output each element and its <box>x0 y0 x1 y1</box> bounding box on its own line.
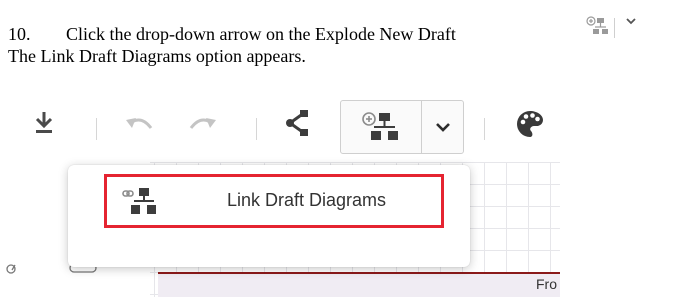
explode-dropdown-menu: Link Draft Diagrams <box>68 165 470 267</box>
step-text: Click the drop-down arrow on the Explode… <box>66 24 456 44</box>
step-number: 10. <box>8 24 31 44</box>
chevron-down-icon[interactable] <box>434 119 452 140</box>
link-draft-diagram-icon <box>121 187 159 222</box>
diagram-node-text: Fro <box>536 276 557 292</box>
divider <box>96 118 97 140</box>
instruction-result: The Link Draft Diagrams option appears. <box>8 46 306 66</box>
diagram-node[interactable] <box>158 272 560 297</box>
toolbar <box>0 92 560 162</box>
share-icon[interactable] <box>285 108 311 143</box>
chevron-down-icon <box>624 14 638 33</box>
app-screenshot: Fro Link Draft Diagrams <box>0 92 560 297</box>
divider <box>614 18 615 38</box>
divider <box>421 101 422 153</box>
download-icon[interactable] <box>33 110 55 141</box>
undo-icon[interactable] <box>124 114 154 141</box>
explode-new-draft-icon <box>586 16 610 43</box>
divider <box>484 118 485 140</box>
palette-icon[interactable] <box>515 109 545 144</box>
link-draft-diagrams-label: Link Draft Diagrams <box>227 190 387 210</box>
link-draft-diagrams-option[interactable]: Link Draft Diagrams <box>104 174 444 228</box>
inline-explode-button-illustration <box>580 14 670 42</box>
instruction-step: 10. Click the drop-down arrow on the Expl… <box>8 24 456 45</box>
redo-icon[interactable] <box>188 114 218 141</box>
explode-new-draft-icon[interactable] <box>361 111 401 148</box>
explode-new-draft-split-button <box>340 100 464 154</box>
divider <box>256 118 257 140</box>
